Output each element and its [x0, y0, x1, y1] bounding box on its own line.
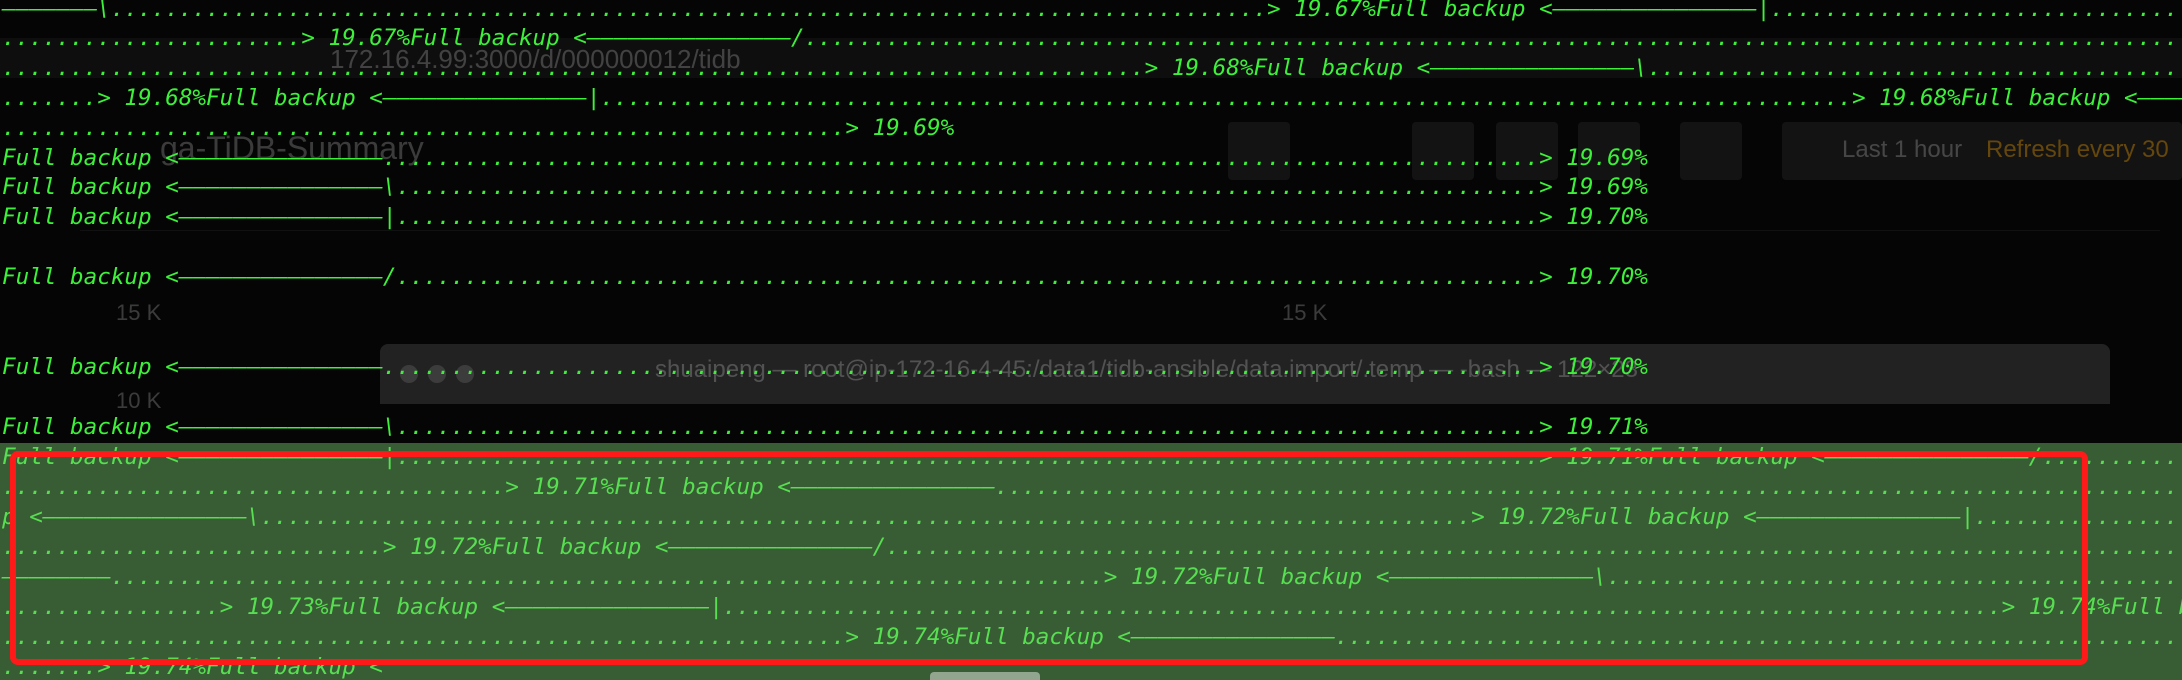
horizontal-scrollbar-thumb[interactable] — [930, 672, 1040, 680]
terminal-line: Full backup <———————————————............… — [2, 145, 1648, 171]
terminal-line: ———————\................................… — [2, 0, 2182, 22]
terminal-line: ————————................................… — [2, 564, 2182, 590]
terminal-line: .......> 19.68%Full backup <————————————… — [2, 85, 2182, 111]
screen: 172.16.4.99:3000/d/000000012/tidb ga-TiD… — [0, 0, 2182, 680]
terminal-line: .......> 19.74%Full backup < — [2, 654, 383, 680]
terminal-line: ........................................… — [2, 55, 2182, 81]
terminal-line: .....................................> 1… — [2, 474, 2182, 500]
terminal-line: Full backup <———————————————\...........… — [2, 174, 1648, 200]
terminal-line: ........................................… — [2, 115, 955, 141]
terminal-line: Full backup <———————————————............… — [2, 354, 1648, 380]
terminal-line: ............................> 19.72%Full… — [2, 534, 2182, 560]
terminal-line: ................> 19.73%Full backup <———… — [2, 594, 2182, 620]
terminal-line: p <———————————————\.....................… — [2, 504, 2182, 530]
terminal-line: ......................> 19.67%Full backu… — [2, 25, 2182, 51]
terminal-output[interactable]: ———————\................................… — [0, 0, 2182, 680]
terminal-line: Full backup <———————————————|...........… — [2, 444, 2182, 470]
terminal-line: Full backup <———————————————|...........… — [2, 204, 1648, 230]
terminal-line: Full backup <———————————————\...........… — [2, 414, 1648, 440]
terminal-line: ........................................… — [2, 624, 2182, 650]
terminal-line: Full backup <———————————————/...........… — [2, 264, 1648, 290]
